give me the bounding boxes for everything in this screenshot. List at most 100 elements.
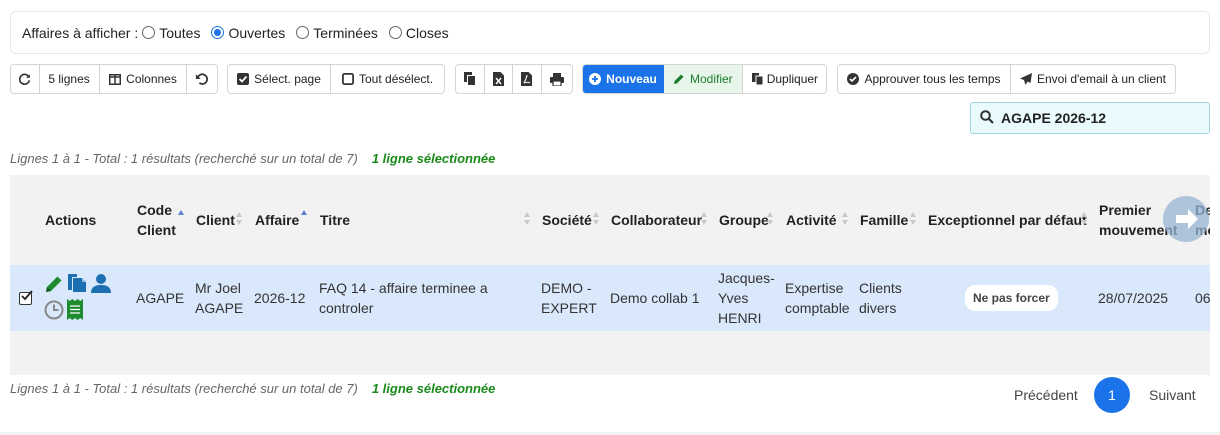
select-page-button[interactable]: Sélect. page [228,65,332,93]
send-email-button[interactable]: Envoi d'email à un client [1011,65,1175,93]
cell-societe: DEMO - EXPERT [541,265,597,331]
export-toolbar [455,64,573,94]
header-societe[interactable]: Société [542,175,592,265]
header-collaborateur[interactable]: Collaborateur [611,175,702,265]
edit-row-icon[interactable] [44,274,64,299]
rows-count-button[interactable]: 5 lignes [40,65,100,93]
filter-option-ouvertes[interactable]: Ouvertes [211,25,285,41]
status-badge: Ne pas forcer [965,285,1058,311]
results-info-bottom: Lignes 1 à 1 - Total : 1 résultats (rech… [10,381,495,396]
print-button[interactable] [542,65,572,93]
pdf-icon [521,72,533,86]
copy-button[interactable] [456,65,485,93]
columns-button[interactable]: Colonnes [100,65,188,93]
filter-option-label: Terminées [313,24,378,41]
cell-text: divers [859,300,897,316]
print-icon [549,72,564,86]
deselect-all-label: Tout désélect. [359,72,434,86]
header-affaire[interactable]: Affaire [255,175,299,265]
filter-option-label: Toutes [159,24,201,41]
results-summary: Lignes 1 à 1 - Total : 1 résultats (rech… [10,151,358,166]
radio-closes[interactable] [388,26,402,39]
filter-option-toutes[interactable]: Toutes [142,25,200,41]
sort-icon[interactable] [1081,211,1088,227]
cell-text: Jacques- [718,270,775,286]
check-circle-icon [847,73,860,85]
pagination: Précédent [1014,377,1078,413]
cell-titre: FAQ 14 - affaire terminee a controler [319,265,488,331]
sort-asc-icon[interactable] [178,209,185,225]
header-activite[interactable]: Activité [786,175,837,265]
radio-terminees[interactable] [296,26,310,39]
duplicate-button[interactable]: Dupliquer [743,65,826,93]
table-header: Actions Code Client Client Affaire Titre… [10,175,1210,265]
next-page-button[interactable]: Suivant [1149,387,1196,403]
pdf-button[interactable] [513,65,542,93]
header-titre[interactable]: Titre [320,175,350,265]
deselect-all-button[interactable]: Tout désélect. [331,65,444,93]
header-text: Premier [1099,202,1152,218]
reset-button[interactable] [187,65,217,93]
cell-text: Mr Joel [195,280,241,296]
sort-icon[interactable] [701,211,708,227]
cell-next-column: 06 [1195,290,1210,306]
sort-icon[interactable] [767,211,774,227]
new-label: Nouveau [606,72,657,86]
search-icon [980,109,994,127]
cell-groupe: Jacques- Yves HENRI [718,265,775,331]
cell-text: DEMO - [541,280,592,296]
sort-icon[interactable] [524,211,531,227]
previous-page-button[interactable]: Précédent [1014,387,1078,403]
user-icon[interactable] [91,273,111,298]
sort-icon[interactable] [236,211,243,227]
filter-bar: Affaires à afficher : Toutes Ouvertes Te… [10,11,1210,54]
filter-label: Affaires à afficher : [22,24,139,41]
cell-code-client: AGAPE [136,290,185,306]
radio-toutes[interactable] [142,26,156,39]
scroll-right-button[interactable] [1163,196,1209,242]
paper-plane-icon [1019,73,1032,85]
sort-icon[interactable] [593,211,600,227]
sort-icon[interactable] [910,211,917,227]
pencil-icon [673,73,685,85]
refresh-icon [18,73,31,86]
cell-text: Clients [859,280,902,296]
new-button[interactable]: Nouveau [583,65,664,93]
columns-label: Colonnes [126,72,177,86]
cell-affaire: 2026-12 [254,290,306,306]
excel-button[interactable] [485,65,514,93]
header-code-client[interactable]: Code Client [137,175,176,265]
pagination-current: 1 [1094,377,1130,413]
clock-icon[interactable] [44,300,64,325]
filter-option-label: Ouvertes [228,24,286,41]
filter-option-closes[interactable]: Closes [388,25,449,41]
modify-button[interactable]: Modifier [664,65,743,93]
plus-circle-icon [589,73,602,85]
filter-option-terminees[interactable]: Terminées [296,25,378,41]
checked-square-icon [237,73,250,85]
results-info-top: Lignes 1 à 1 - Total : 1 résultats (rech… [10,151,495,166]
sort-asc-icon[interactable] [301,209,308,225]
header-exceptionnel[interactable]: Exceptionnel par défaut [928,175,1087,265]
invoice-icon[interactable] [67,299,83,325]
cell-text: EXPERT [541,300,597,316]
page-1-button[interactable]: 1 [1094,377,1130,413]
cell-famille: Clients divers [859,265,902,331]
row-checkbox[interactable] [19,290,33,305]
documents-icon[interactable] [67,273,87,298]
copy-icon [463,72,476,86]
header-client[interactable]: Client [196,175,235,265]
cell-collaborateur: Demo collab 1 [610,290,700,306]
header-groupe[interactable]: Groupe [719,175,769,265]
approve-times-button[interactable]: Approuver tous les temps [838,65,1011,93]
empty-square-icon [342,73,354,85]
search-field[interactable]: AGAPE 2026-12 [970,102,1210,134]
header-famille[interactable]: Famille [860,175,908,265]
duplicate-label: Dupliquer [766,72,819,86]
cell-text: Expertise [785,280,844,296]
refresh-button[interactable] [11,65,40,93]
actions-toolbar: Approuver tous les temps Envoi d'email à… [837,64,1176,94]
table-row[interactable]: AGAPE Mr Joel AGAPE 2026-12 FAQ 14 - aff… [10,265,1210,331]
radio-ouvertes[interactable] [211,26,225,39]
sort-icon[interactable] [842,211,849,227]
